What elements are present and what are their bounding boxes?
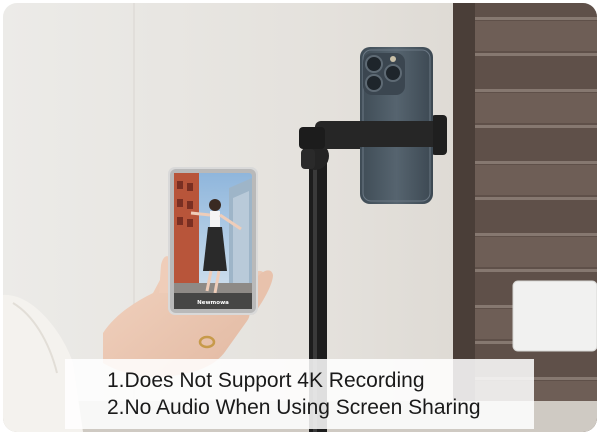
handheld-monitor: Newmowa — [168, 167, 258, 315]
wall-box — [513, 281, 597, 351]
caption-line-1: 1.Does Not Support 4K Recording — [107, 369, 425, 392]
caption-line-2: 2.No Audio When Using Screen Sharing — [107, 396, 481, 419]
smartphone — [360, 47, 433, 204]
camera-lens-icon — [365, 55, 383, 73]
product-photo-frame: Newmowa 1.Does Not Support 4K Recording … — [3, 3, 597, 432]
screen-brand-label: Newmowa — [197, 300, 229, 306]
caption-box: 1.Does Not Support 4K Recording 2.No Aud… — [65, 359, 534, 429]
